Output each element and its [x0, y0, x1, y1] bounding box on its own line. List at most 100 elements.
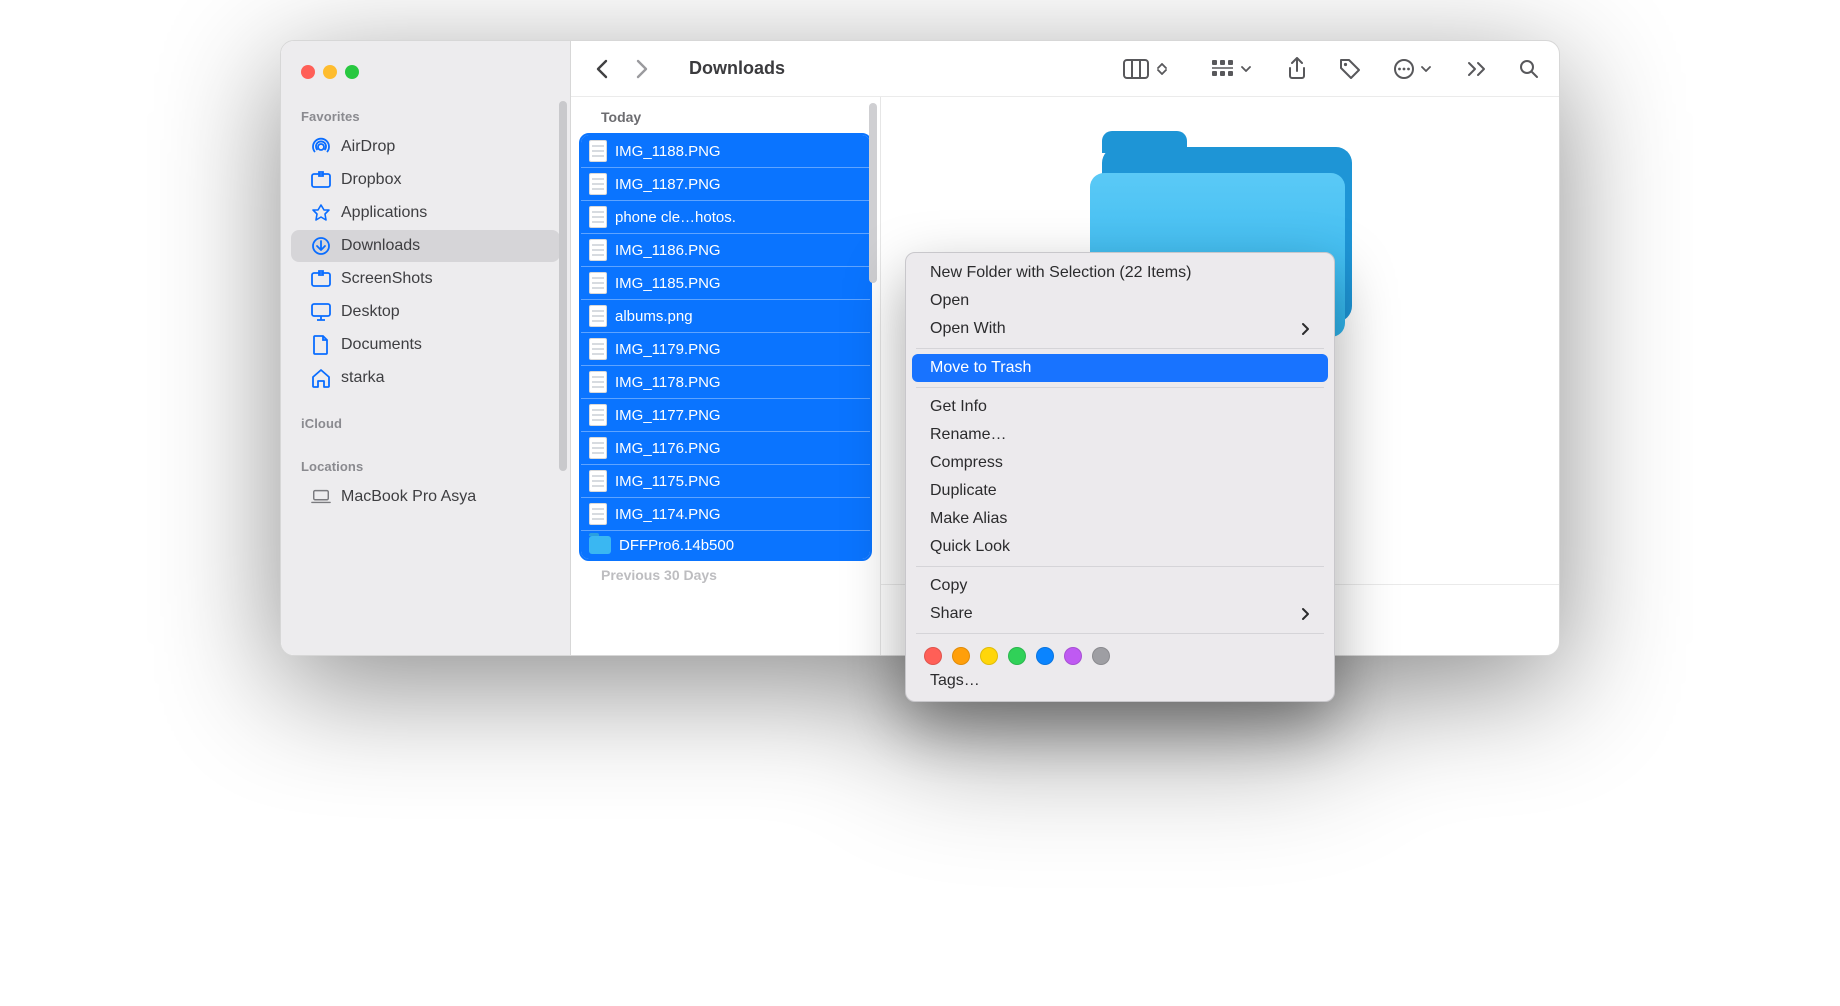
sidebar-item-label: Desktop [341, 303, 400, 321]
tag-color-dot[interactable] [1008, 647, 1026, 665]
file-thumbnail-icon [589, 206, 607, 228]
file-thumbnail-icon [589, 470, 607, 492]
menu-move-to-trash[interactable]: Move to Trash [912, 354, 1328, 382]
sidebar-item-airdrop[interactable]: AirDrop [291, 131, 560, 163]
menu-open-with[interactable]: Open With [912, 315, 1328, 343]
group-by-button[interactable] [1211, 59, 1251, 79]
file-row[interactable]: DFFPro6.14b500 [581, 530, 870, 559]
sidebar-item-screenshots[interactable]: ScreenShots [291, 263, 560, 295]
sidebar-item-starka[interactable]: starka [291, 362, 560, 394]
file-row[interactable]: IMG_1174.PNG [581, 497, 870, 530]
sidebar-item-desktop[interactable]: Desktop [291, 296, 560, 328]
chevron-right-icon [1301, 607, 1310, 621]
sidebar-item-label: AirDrop [341, 138, 395, 156]
sidebar-item-label: starka [341, 369, 385, 387]
sidebar-item-documents[interactable]: Documents [291, 329, 560, 361]
sidebar-item-label: ScreenShots [341, 270, 433, 288]
menu-copy[interactable]: Copy [912, 572, 1328, 600]
zoom-window-button[interactable] [345, 65, 359, 79]
file-name: phone cle…hotos. [615, 209, 736, 226]
sidebar-item-macbook-pro-asya[interactable]: MacBook Pro Asya [291, 481, 560, 513]
tag-color-dot[interactable] [1064, 647, 1082, 665]
file-thumbnail-icon [589, 272, 607, 294]
file-name: DFFPro6.14b500 [619, 537, 734, 554]
file-row[interactable]: IMG_1186.PNG [581, 233, 870, 266]
sidebar-item-dropbox[interactable]: Dropbox [291, 164, 560, 196]
file-column: Today IMG_1188.PNGIMG_1187.PNGphone cle…… [571, 97, 881, 655]
file-thumbnail-icon [589, 503, 607, 525]
sidebar-item-label: MacBook Pro Asya [341, 488, 476, 506]
icloud-section-label: iCloud [281, 410, 570, 437]
file-name: IMG_1179.PNG [615, 341, 721, 358]
menu-tags[interactable]: Tags… [912, 667, 1328, 695]
chevrons-right-icon [1467, 61, 1487, 77]
file-row[interactable]: phone cle…hotos. [581, 200, 870, 233]
menu-compress[interactable]: Compress [912, 449, 1328, 477]
file-row[interactable]: albums.png [581, 299, 870, 332]
file-name: IMG_1187.PNG [615, 176, 721, 193]
file-name: albums.png [615, 308, 693, 325]
file-row[interactable]: IMG_1175.PNG [581, 464, 870, 497]
menu-new-folder-with-selection[interactable]: New Folder with Selection (22 Items) [912, 259, 1328, 287]
file-thumbnail-icon [589, 305, 607, 327]
sidebar-item-applications[interactable]: Applications [291, 197, 560, 229]
sidebar-item-downloads[interactable]: Downloads [291, 230, 560, 262]
tag-color-dot[interactable] [1036, 647, 1054, 665]
airdrop-icon [311, 137, 331, 157]
context-menu: New Folder with Selection (22 Items) Ope… [905, 252, 1335, 702]
menu-duplicate[interactable]: Duplicate [912, 477, 1328, 505]
sidebar-item-label: Dropbox [341, 171, 401, 189]
file-thumbnail-icon [589, 239, 607, 261]
favorites-section-label: Favorites [281, 103, 570, 130]
menu-quick-look[interactable]: Quick Look [912, 533, 1328, 561]
minimize-window-button[interactable] [323, 65, 337, 79]
menu-separator [916, 348, 1324, 349]
menu-separator [916, 387, 1324, 388]
window-title: Downloads [689, 58, 785, 79]
home-icon [311, 368, 331, 388]
file-thumbnail-icon [589, 173, 607, 195]
file-row[interactable]: IMG_1185.PNG [581, 266, 870, 299]
sidebar-scrollbar[interactable] [559, 101, 567, 471]
window-controls [281, 61, 570, 103]
document-icon [311, 335, 331, 355]
forward-button[interactable] [631, 58, 653, 80]
file-row[interactable]: IMG_1187.PNG [581, 167, 870, 200]
menu-make-alias[interactable]: Make Alias [912, 505, 1328, 533]
tag-color-dot[interactable] [952, 647, 970, 665]
file-thumbnail-icon [589, 371, 607, 393]
download-icon [311, 236, 331, 256]
file-thumbnail-icon [589, 404, 607, 426]
action-button[interactable] [1393, 58, 1431, 80]
file-row[interactable]: IMG_1176.PNG [581, 431, 870, 464]
share-button[interactable] [1287, 57, 1307, 81]
file-row[interactable]: IMG_1179.PNG [581, 332, 870, 365]
menu-rename[interactable]: Rename… [912, 421, 1328, 449]
file-row[interactable]: IMG_1177.PNG [581, 398, 870, 431]
menu-share[interactable]: Share [912, 600, 1328, 628]
overflow-button[interactable] [1467, 61, 1487, 77]
tag-color-dot[interactable] [1092, 647, 1110, 665]
column-scrollbar[interactable] [869, 103, 877, 283]
chevron-right-icon [635, 59, 649, 79]
box-icon [311, 269, 331, 289]
sidebar-item-label: Applications [341, 204, 427, 222]
menu-open[interactable]: Open [912, 287, 1328, 315]
tags-button[interactable] [1339, 58, 1361, 80]
menu-get-info[interactable]: Get Info [912, 393, 1328, 421]
desktop-icon [311, 302, 331, 322]
tag-color-dot[interactable] [924, 647, 942, 665]
app-icon [311, 203, 331, 223]
view-columns-button[interactable] [1123, 59, 1167, 79]
search-button[interactable] [1519, 59, 1539, 79]
tag-icon [1339, 58, 1361, 80]
tag-color-dot[interactable] [980, 647, 998, 665]
chevron-updown-icon [1157, 63, 1167, 75]
back-button[interactable] [591, 58, 613, 80]
chevron-down-icon [1241, 66, 1251, 72]
file-row[interactable]: IMG_1178.PNG [581, 365, 870, 398]
chevron-down-icon [1421, 66, 1431, 72]
file-row[interactable]: IMG_1188.PNG [581, 135, 870, 167]
date-group-previous: Previous 30 Days [571, 561, 880, 591]
close-window-button[interactable] [301, 65, 315, 79]
